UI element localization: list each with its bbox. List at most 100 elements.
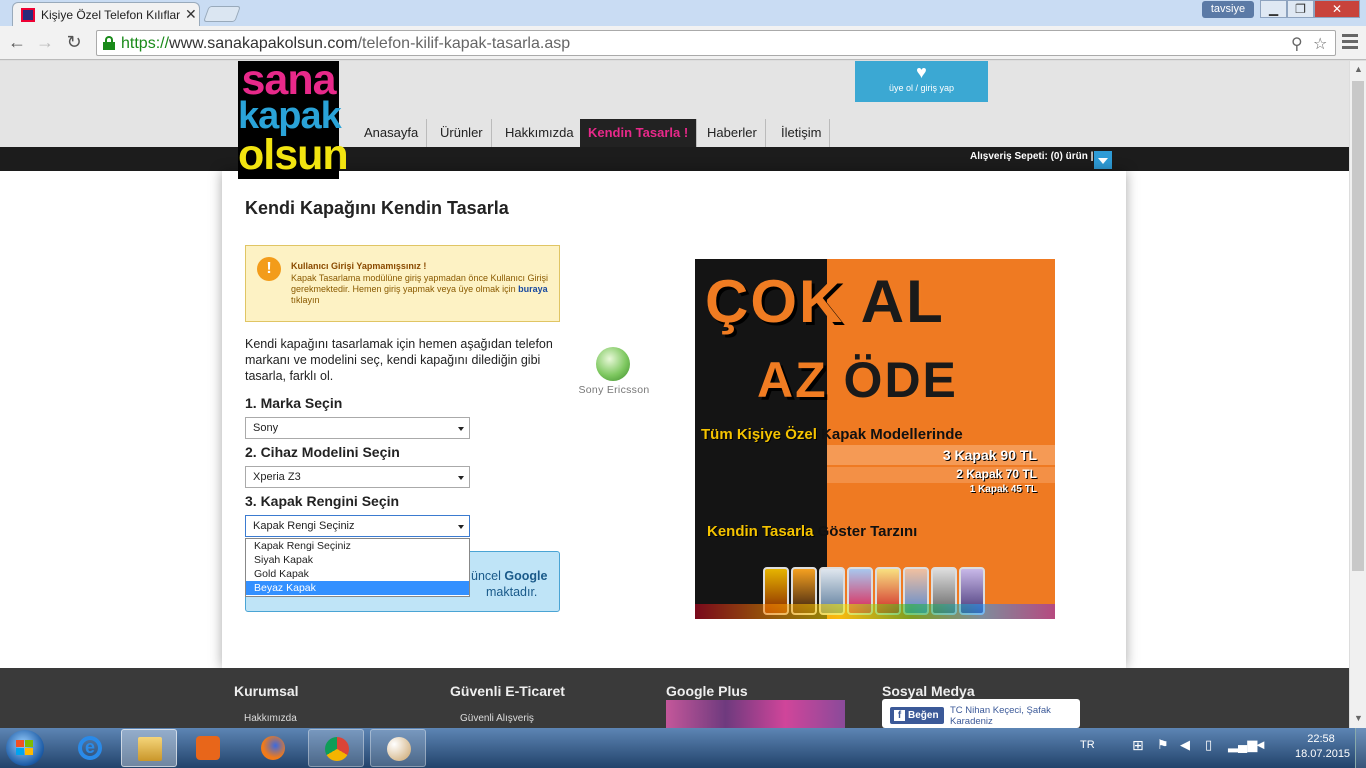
login-label: üye ol / giriş yap — [888, 83, 955, 93]
promo-banner[interactable]: ÇOK AL AZ ÖDE Tüm Kişiye Özel Kapak Mode… — [695, 259, 1055, 619]
language-indicator[interactable]: TR — [1080, 739, 1095, 751]
chevron-down-icon — [1098, 158, 1108, 164]
taskbar-firefox[interactable] — [245, 729, 301, 767]
bookmark-star-icon[interactable]: ☆ — [1313, 34, 1327, 54]
page-scrollbar[interactable]: ▲ ▼ — [1349, 61, 1366, 728]
info-text-2: maktadır. — [486, 585, 538, 599]
clock-time: 22:58 — [1307, 733, 1335, 745]
forward-arrow-icon[interactable]: → — [34, 32, 56, 53]
banner-price-3: 1 Kapak 45 TL — [969, 484, 1037, 495]
chevron-down-icon — [458, 427, 464, 431]
cart-summary[interactable]: Alışveriş Sepeti: (0) ürün | — [970, 151, 1093, 162]
warning-icon: ! — [257, 257, 281, 281]
scroll-up-icon[interactable]: ▲ — [1354, 64, 1363, 74]
heart-icon: ♥ — [916, 62, 927, 82]
url-text: https://www.sanakapakolsun.com/telefon-k… — [121, 35, 571, 52]
lock-icon — [103, 36, 115, 50]
facebook-like-box: f Beğen TC Nihan Keçeci, Şafak Karadeniz — [882, 699, 1080, 728]
cart-dropdown-button[interactable] — [1094, 151, 1112, 169]
google-plus-image[interactable] — [666, 700, 845, 728]
login-button[interactable]: ♥ üye ol / giriş yap — [855, 61, 988, 102]
banner-headline-2: AZ ÖDE — [757, 352, 958, 408]
footer-col-googleplus: Google Plus — [666, 683, 748, 699]
taskbar-chrome[interactable] — [308, 729, 364, 767]
taskbar-paint[interactable] — [370, 729, 426, 767]
step2-label: 2. Cihaz Modelini Seçin — [245, 444, 400, 460]
model-select[interactable]: Xperia Z3 — [245, 466, 470, 488]
new-tab-button[interactable] — [203, 6, 241, 22]
window-close-button[interactable]: ✕ — [1314, 0, 1360, 18]
site-logo[interactable]: sana kapak olsun — [238, 61, 349, 179]
warning-link[interactable]: buraya — [518, 284, 548, 294]
page-title: Kendi Kapağını Kendin Tasarla — [245, 198, 509, 218]
network-icon[interactable]: ▂▄▆ — [1228, 737, 1257, 753]
paint-icon — [387, 737, 411, 761]
scrollbar-thumb[interactable] — [1352, 81, 1364, 571]
site-favicon-icon — [21, 8, 35, 22]
chevron-down-icon — [458, 525, 464, 529]
logo-line-2: kapak — [238, 95, 342, 137]
footer-link-hakkimizda[interactable]: Hakkımızda — [244, 713, 297, 724]
brand-logo-text: Sony Ericsson — [578, 384, 650, 396]
speaker-icon[interactable]: ◄ — [1254, 737, 1267, 752]
windows-flag-tray-icon[interactable]: ⊞ — [1132, 737, 1144, 754]
banner-price-1: 3 Kapak 90 TL — [942, 447, 1037, 463]
site-footer: Kurumsal Hakkımızda Güvenli E-Ticaret Gü… — [0, 668, 1349, 728]
taskbar-internet-explorer[interactable]: e — [62, 729, 118, 767]
banner-slogan: Kendin Tasarla Göster Tarzını — [707, 523, 918, 540]
nav-hakkimizda[interactable]: Hakkımızda — [497, 119, 583, 147]
main-content: Kendi Kapağını Kendin Tasarla ! Kullanıc… — [222, 171, 1126, 668]
volume-icon[interactable]: ◀ — [1180, 737, 1190, 753]
brand-logo: Sony Ericsson — [572, 347, 656, 402]
nav-kendin-tasarla[interactable]: Kendin Tasarla ! — [580, 119, 698, 147]
banner-subline: Tüm Kişiye Özel Kapak Modellerinde — [701, 426, 963, 443]
minimize-button[interactable]: ▁ — [1260, 0, 1287, 18]
power-icon[interactable]: ▯ — [1205, 737, 1212, 753]
address-bar[interactable]: https://www.sanakapakolsun.com/telefon-k… — [96, 30, 1336, 56]
show-desktop-button[interactable] — [1355, 728, 1366, 768]
color-option[interactable]: Siyah Kapak — [246, 553, 469, 567]
color-option[interactable]: Kapak Rengi Seçiniz — [246, 539, 469, 553]
sony-ericsson-logo-icon — [596, 347, 630, 381]
chrome-icon — [325, 737, 349, 761]
chrome-menu-icon[interactable] — [1342, 34, 1358, 52]
scroll-down-icon[interactable]: ▼ — [1354, 713, 1363, 723]
action-center-icon[interactable]: ⚑ — [1157, 737, 1169, 753]
footer-col-kurumsal: Kurumsal — [234, 683, 299, 699]
zoom-icon[interactable]: ⚲ — [1291, 34, 1303, 54]
color-dropdown-list: Kapak Rengi Seçiniz Siyah Kapak Gold Kap… — [245, 538, 470, 597]
taskbar-explorer[interactable] — [121, 729, 177, 767]
facebook-like-button[interactable]: f Beğen — [890, 707, 944, 724]
footer-link-guvenli-alisveris[interactable]: Güvenli Alışveriş — [460, 713, 534, 724]
taskbar-media-player[interactable] — [180, 729, 236, 767]
windows-logo-icon — [16, 740, 34, 756]
browser-tab[interactable]: Kişiye Özel Telefon Kılıfları ✕ — [12, 2, 200, 26]
nav-urunler[interactable]: Ürünler — [432, 119, 492, 147]
nav-iletisim[interactable]: İletişim — [773, 119, 831, 147]
nav-haberler[interactable]: Haberler — [699, 119, 766, 147]
tavsiye-button[interactable]: tavsiye — [1202, 1, 1254, 18]
browser-titlebar: Kişiye Özel Telefon Kılıfları ✕ tavsiye … — [0, 0, 1366, 26]
firefox-icon — [261, 736, 285, 760]
system-clock[interactable]: 22:58 18.07.2015 — [1295, 732, 1350, 762]
start-button[interactable] — [6, 730, 44, 766]
folder-icon — [138, 737, 162, 761]
footer-col-sosyal: Sosyal Medya — [882, 683, 975, 699]
cart-bar: Alışveriş Sepeti: (0) ürün | — [0, 147, 1349, 171]
reload-icon[interactable]: ↻ — [63, 32, 85, 53]
color-option[interactable]: Gold Kapak — [246, 567, 469, 581]
warning-text: Kapak Tasarlama modülüne giriş yapmadan … — [291, 273, 548, 305]
back-arrow-icon[interactable]: ← — [6, 32, 28, 53]
brand-select[interactable]: Sony — [245, 417, 470, 439]
tab-close-icon[interactable]: ✕ — [185, 6, 197, 23]
facebook-icon: f — [894, 710, 905, 721]
footer-col-eticaret: Güvenli E-Ticaret — [450, 683, 565, 699]
web-page: ♥ üye ol / giriş yap Anasayfa Ürünler Ha… — [0, 61, 1349, 728]
color-select[interactable]: Kapak Rengi Seçiniz — [245, 515, 470, 537]
maximize-button[interactable]: ❐ — [1287, 0, 1314, 18]
nav-anasayfa[interactable]: Anasayfa — [356, 119, 428, 147]
tab-title: Kişiye Özel Telefon Kılıfları — [41, 8, 181, 22]
color-option-highlighted[interactable]: Beyaz Kapak — [246, 581, 469, 595]
internet-explorer-icon: e — [78, 736, 102, 760]
logo-line-3: olsun — [238, 131, 349, 179]
